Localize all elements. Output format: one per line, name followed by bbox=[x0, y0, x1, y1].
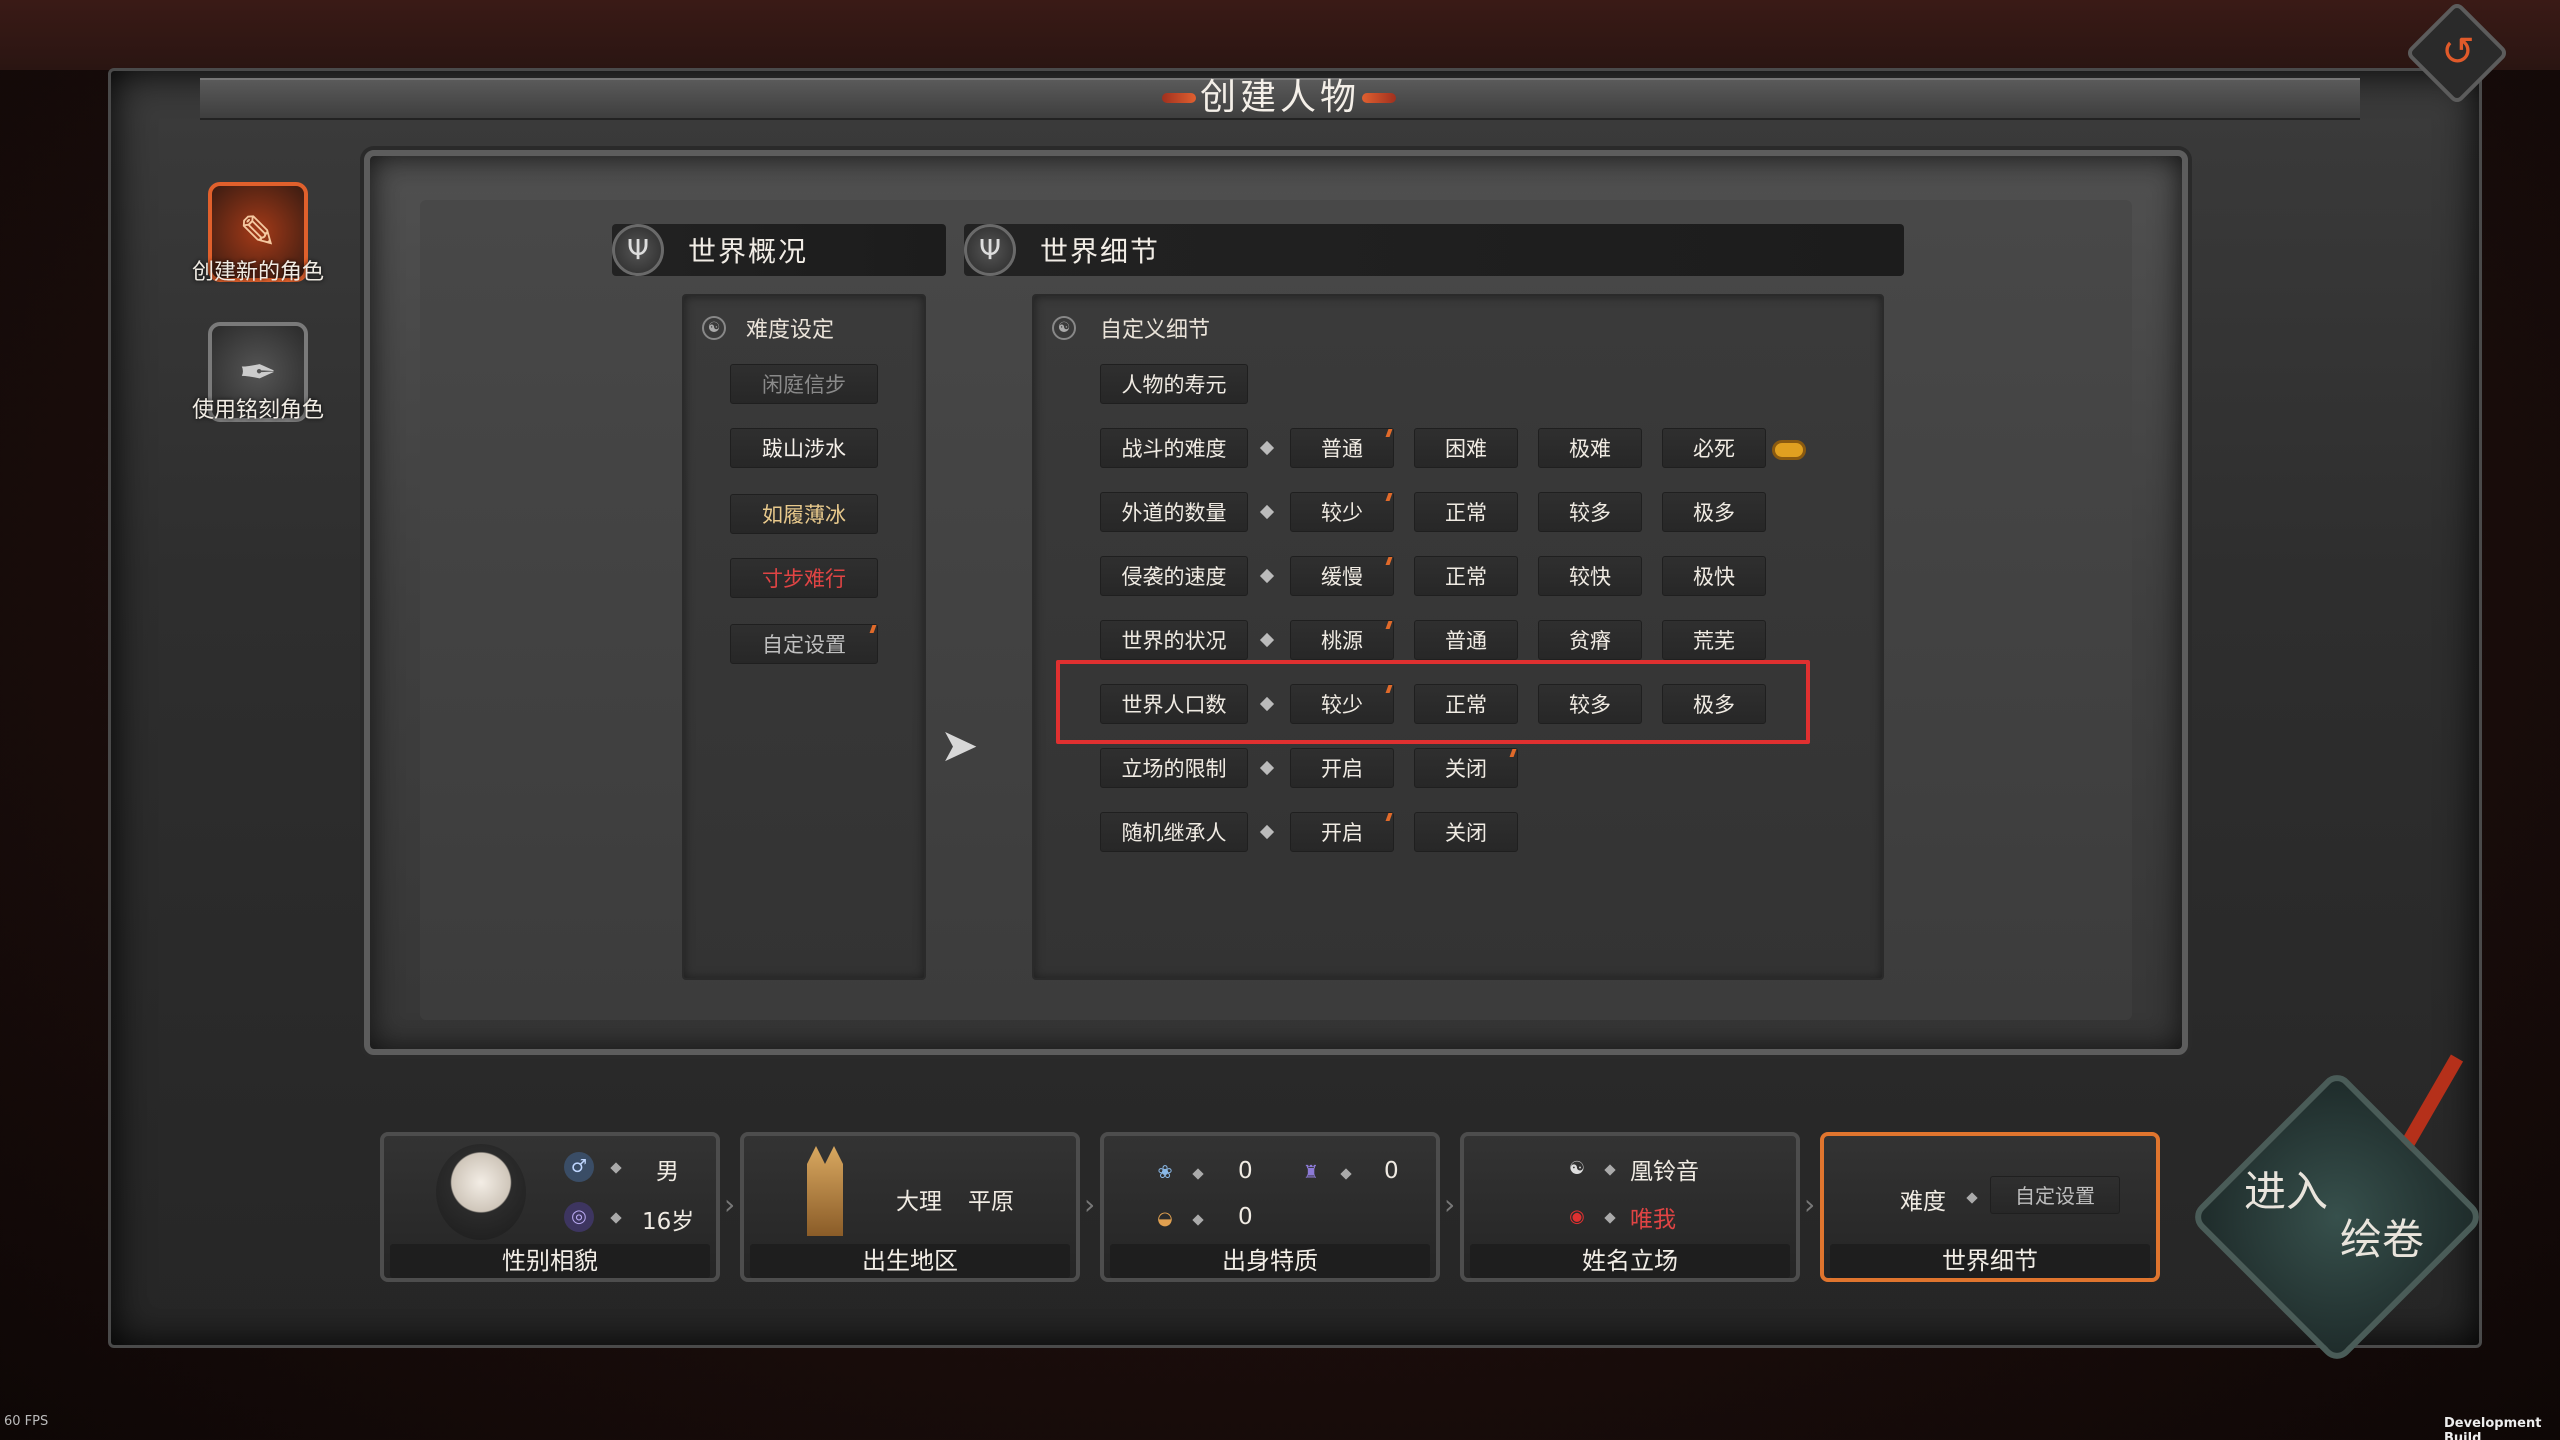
difficulty-option-leisurely[interactable]: 闲庭信步 bbox=[730, 364, 878, 404]
custom-detail-title: 自定义细节 bbox=[1100, 318, 1211, 343]
tree-icon: Ψ bbox=[612, 224, 664, 276]
stance-value: 唯我 bbox=[1630, 1207, 1676, 1233]
world-detail-title: 世界细节 bbox=[1040, 235, 1161, 268]
combat-option-hard[interactable]: 困难 bbox=[1414, 428, 1518, 468]
trait-value-3: 0 bbox=[1238, 1204, 1253, 1230]
character-avatar bbox=[436, 1144, 526, 1240]
world-detail-card-title: 世界细节 bbox=[1830, 1244, 2150, 1278]
row-label-invasion-speed: 侵袭的速度 bbox=[1100, 556, 1248, 596]
invasion-option-fastest[interactable]: 极快 bbox=[1662, 556, 1766, 596]
invasion-option-slow[interactable]: 缓慢 bbox=[1290, 556, 1394, 596]
character-name-value: 凰铃音 bbox=[1630, 1159, 1699, 1185]
top-decorative-band bbox=[0, 0, 2560, 70]
birth-terrain-value: 平原 bbox=[968, 1189, 1014, 1215]
enter-button-label-1[interactable]: 进入 bbox=[2244, 1158, 2328, 1219]
chalice-icon: ♜ bbox=[1302, 1162, 1320, 1183]
row-label-heretic-count: 外道的数量 bbox=[1100, 492, 1248, 532]
world-difficulty-label: 难度 bbox=[1900, 1189, 1946, 1215]
bowl-icon: ◒ bbox=[1157, 1208, 1173, 1229]
combat-option-normal[interactable]: 普通 bbox=[1290, 428, 1394, 468]
world-state-option-desolate[interactable]: 荒芜 bbox=[1662, 620, 1766, 660]
development-build-label: Development Build bbox=[2444, 1416, 2542, 1440]
chevron-right-icon: › bbox=[1444, 1188, 1456, 1221]
row-label-lifespan: 人物的寿元 bbox=[1100, 364, 1248, 404]
page-title: 创建人物 bbox=[1199, 77, 1360, 118]
age-icon: ◎ bbox=[564, 1202, 594, 1232]
heir-option-on[interactable]: 开启 bbox=[1290, 812, 1394, 852]
heir-option-off[interactable]: 关闭 bbox=[1414, 812, 1518, 852]
age-value: 16岁 bbox=[642, 1209, 695, 1235]
combat-option-very-hard[interactable]: 极难 bbox=[1538, 428, 1642, 468]
chevron-right-icon: › bbox=[1804, 1188, 1816, 1221]
row-label-stance-limit: 立场的限制 bbox=[1100, 748, 1248, 788]
birth-city-value: 大理 bbox=[896, 1189, 942, 1215]
custom-settings-icon: ☯ bbox=[1052, 316, 1076, 340]
side-menu-create-label[interactable]: 创建新的角色 bbox=[178, 254, 338, 286]
row-label-combat-difficulty: 战斗的难度 bbox=[1100, 428, 1248, 468]
appearance-card-title: 性别相貌 bbox=[390, 1244, 710, 1278]
trait-value-1: 0 bbox=[1238, 1158, 1253, 1184]
difficulty-option-custom[interactable]: 自定设置 bbox=[730, 624, 878, 664]
enter-button-label-2[interactable]: 绘卷 bbox=[2340, 1206, 2424, 1267]
side-menu-engrave-label[interactable]: 使用铭刻角色 bbox=[178, 392, 338, 424]
gender-value: 男 bbox=[656, 1159, 679, 1185]
fps-counter: 60 FPS bbox=[4, 1414, 49, 1429]
world-overview-header: Ψ 世界概况 bbox=[612, 224, 946, 276]
row-label-random-heir: 随机继承人 bbox=[1100, 812, 1248, 852]
traits-card-title: 出身特质 bbox=[1110, 1244, 1430, 1278]
world-detail-header: Ψ 世界细节 bbox=[964, 224, 1904, 276]
invasion-option-fast[interactable]: 较快 bbox=[1538, 556, 1642, 596]
chevron-right-icon: › bbox=[1084, 1188, 1096, 1221]
difficulty-option-thin-ice[interactable]: 如履薄冰 bbox=[730, 494, 878, 534]
stance-icon: ◉ bbox=[1569, 1206, 1585, 1227]
invasion-option-normal[interactable]: 正常 bbox=[1414, 556, 1518, 596]
trait-value-2: 0 bbox=[1384, 1158, 1399, 1184]
chevron-right-icon: › bbox=[724, 1188, 736, 1221]
world-difficulty-value: 自定设置 bbox=[1990, 1176, 2120, 1214]
heretic-option-normal[interactable]: 正常 bbox=[1414, 492, 1518, 532]
heretic-option-few[interactable]: 较少 bbox=[1290, 492, 1394, 532]
world-state-option-barren[interactable]: 贫瘠 bbox=[1538, 620, 1642, 660]
stance-option-on[interactable]: 开启 bbox=[1290, 748, 1394, 788]
difficulty-settings-icon: ☯ bbox=[702, 316, 726, 340]
difficulty-option-hardest[interactable]: 寸步难行 bbox=[730, 558, 878, 598]
world-state-option-paradise[interactable]: 桃源 bbox=[1290, 620, 1394, 660]
tree-icon: Ψ bbox=[964, 224, 1016, 276]
gender-icon: ♂ bbox=[564, 1152, 594, 1182]
heretic-option-many[interactable]: 较多 bbox=[1538, 492, 1642, 532]
name-stance-card-title: 姓名立场 bbox=[1470, 1244, 1790, 1278]
difficulty-title: 难度设定 bbox=[746, 318, 835, 343]
back-arrow-icon[interactable]: ↺ bbox=[2436, 30, 2480, 74]
lock-toggle-icon[interactable] bbox=[1772, 440, 1806, 460]
world-overview-title: 世界概况 bbox=[688, 235, 809, 268]
world-state-option-normal[interactable]: 普通 bbox=[1414, 620, 1518, 660]
difficulty-option-trek[interactable]: 跋山涉水 bbox=[730, 428, 878, 468]
population-row-highlight bbox=[1056, 660, 1810, 744]
birthplace-card-title: 出生地区 bbox=[750, 1244, 1070, 1278]
row-label-world-state: 世界的状况 bbox=[1100, 620, 1248, 660]
mouse-cursor-icon: ➤ bbox=[940, 718, 979, 772]
stance-option-off[interactable]: 关闭 bbox=[1414, 748, 1518, 788]
heretic-option-most[interactable]: 极多 bbox=[1662, 492, 1766, 532]
swirl-icon: ☯ bbox=[1568, 1158, 1586, 1179]
lotus-icon: ❀ bbox=[1157, 1162, 1173, 1183]
combat-option-deadly[interactable]: 必死 bbox=[1662, 428, 1766, 468]
